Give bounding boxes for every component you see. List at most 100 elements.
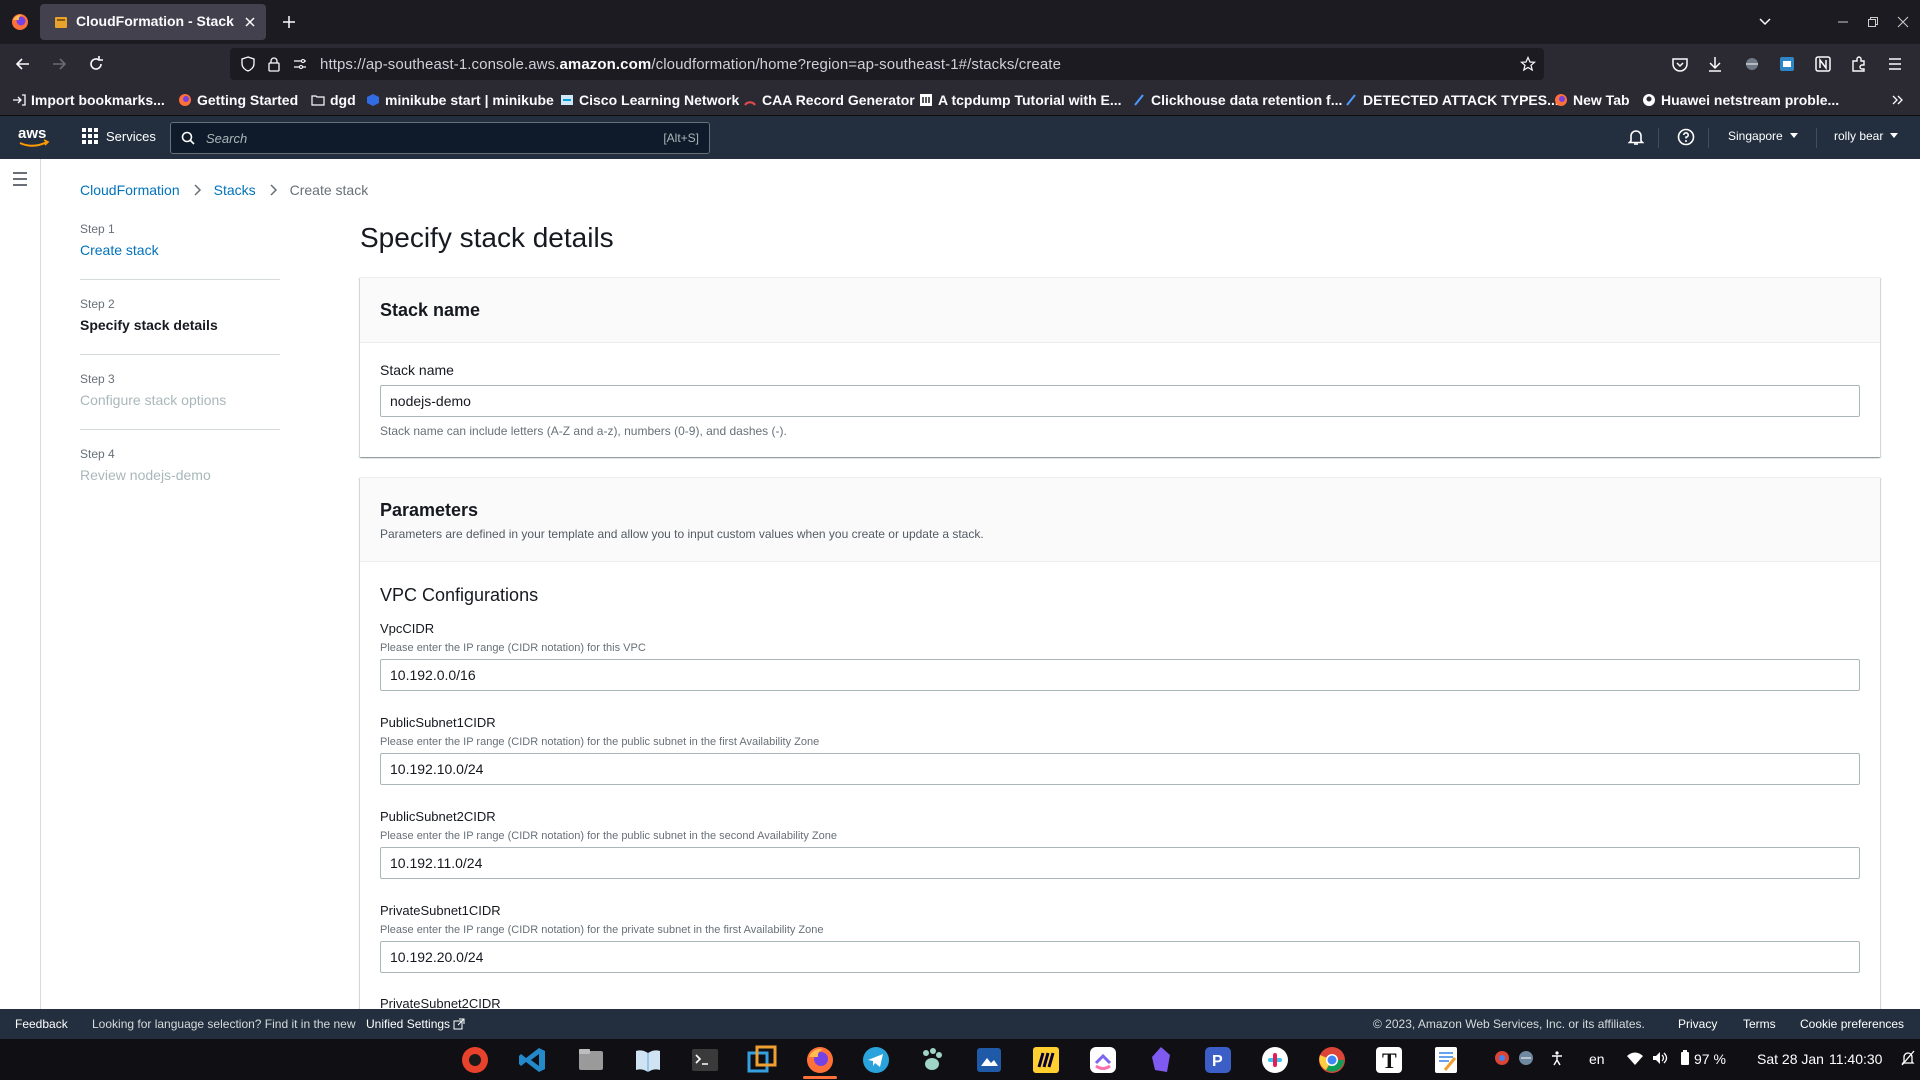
wizard-step-1[interactable]: Step 1 Create stack — [80, 222, 280, 258]
import-icon — [12, 93, 26, 107]
bookmark-star-icon[interactable] — [1520, 56, 1536, 72]
step-divider — [80, 354, 280, 355]
breadcrumb-cloudformation[interactable]: CloudFormation — [80, 182, 180, 198]
cookie-preferences-link[interactable]: Cookie preferences — [1800, 1017, 1904, 1031]
back-arrow-icon[interactable] — [13, 54, 33, 74]
pocket-icon[interactable] — [1670, 54, 1690, 74]
accessibility-icon[interactable] — [1549, 1050, 1565, 1066]
bookmark-clickhouse[interactable]: Clickhouse data retention f... — [1132, 91, 1342, 109]
chrome-app-icon[interactable] — [1315, 1043, 1349, 1077]
extension-globe-icon[interactable] — [1742, 54, 1762, 74]
slack-app-icon[interactable] — [1258, 1043, 1292, 1077]
time-display[interactable]: 11:40:30 — [1829, 1051, 1882, 1067]
unified-settings-link[interactable]: Unified Settings — [366, 1017, 465, 1031]
permissions-icon[interactable] — [292, 56, 308, 72]
aws-logo[interactable]: aws — [18, 124, 50, 150]
image-editor-app-icon[interactable] — [972, 1043, 1006, 1077]
help-icon[interactable] — [1677, 128, 1695, 146]
notifications-off-icon[interactable] — [1900, 1050, 1916, 1066]
publicsubnet1cidr-input[interactable] — [380, 753, 1860, 785]
account-label: rolly bear — [1834, 129, 1884, 143]
terms-link[interactable]: Terms — [1743, 1017, 1776, 1031]
grid-icon — [82, 128, 98, 144]
app-menu-icon[interactable] — [1885, 54, 1905, 74]
tracking-shield-icon[interactable] — [240, 56, 256, 72]
typora-app-icon[interactable]: T — [1372, 1043, 1406, 1077]
firefox-menu-icon[interactable] — [10, 12, 30, 32]
remote-desktop-app-icon[interactable] — [745, 1043, 779, 1077]
minimize-window-icon[interactable] — [1828, 0, 1858, 44]
restore-window-icon[interactable] — [1858, 0, 1888, 44]
extension-screenshot-icon[interactable] — [1777, 54, 1797, 74]
obsidian-app-icon[interactable] — [1144, 1043, 1178, 1077]
close-window-icon[interactable] — [1888, 0, 1918, 44]
list-all-tabs-icon[interactable] — [1756, 13, 1774, 31]
bookmark-caa[interactable]: CAA Record Generator — [743, 91, 915, 109]
region-selector[interactable]: Singapore — [1728, 129, 1799, 143]
more-bookmarks-chevron-icon[interactable] — [1890, 91, 1904, 109]
vscode-app-icon[interactable] — [516, 1043, 550, 1077]
clickup-app-icon[interactable] — [1086, 1043, 1120, 1077]
account-menu[interactable]: rolly bear — [1834, 129, 1899, 143]
publicsubnet2cidr-input[interactable] — [380, 847, 1860, 879]
lock-icon[interactable] — [266, 56, 282, 72]
bookmark-import[interactable]: Import bookmarks... — [12, 91, 165, 109]
stack-name-field[interactable] — [381, 386, 1859, 416]
bookmark-attack-types[interactable]: DETECTED ATTACK TYPES... — [1344, 91, 1559, 109]
close-tab-icon[interactable] — [242, 14, 258, 30]
wizard-step-4: Step 4 Review nodejs-demo — [80, 447, 280, 483]
telegram-app-icon[interactable] — [859, 1043, 893, 1077]
bookmark-getting-started[interactable]: Getting Started — [178, 91, 298, 109]
feedback-link[interactable]: Feedback — [15, 1017, 68, 1031]
publicsubnet1cidr-field[interactable] — [381, 754, 1859, 784]
vpccidr-field[interactable] — [381, 660, 1859, 690]
text-editor-app-icon[interactable] — [1429, 1043, 1463, 1077]
volume-icon[interactable] — [1651, 1050, 1669, 1066]
reader-app-icon[interactable] — [631, 1043, 665, 1077]
extension-notion-icon[interactable] — [1813, 54, 1833, 74]
battery-icon[interactable] — [1680, 1050, 1690, 1066]
files-app-icon[interactable] — [574, 1043, 608, 1077]
terminal-app-icon[interactable] — [688, 1043, 722, 1077]
bookmark-cisco[interactable]: Cisco Learning Network — [560, 91, 739, 109]
privatesubnet1cidr-hint: Please enter the IP range (CIDR notation… — [380, 924, 824, 936]
downloads-icon[interactable] — [1705, 54, 1725, 74]
pdf-app-icon[interactable]: P — [1201, 1043, 1235, 1077]
wifi-icon[interactable] — [1626, 1050, 1644, 1066]
url-bar[interactable]: https://ap-southeast-1.console.aws.amazo… — [230, 48, 1544, 80]
privatesubnet1cidr-label: PrivateSubnet1CIDR — [380, 903, 501, 918]
screen-recorder-app-icon[interactable] — [458, 1043, 492, 1077]
pawprint-app-icon[interactable] — [915, 1043, 949, 1077]
bookmark-huawei[interactable]: Huawei netstream proble... — [1642, 91, 1839, 109]
privacy-link[interactable]: Privacy — [1678, 1017, 1717, 1031]
miro-app-icon[interactable] — [1029, 1043, 1063, 1077]
stack-name-hint: Stack name can include letters (A-Z and … — [380, 424, 787, 438]
forward-arrow-icon[interactable] — [49, 54, 69, 74]
vpccidr-input[interactable] — [380, 659, 1860, 691]
bookmark-tcpdump[interactable]: A tcpdump Tutorial with E... — [919, 91, 1122, 109]
bookmark-minikube[interactable]: minikube start | minikube — [366, 91, 554, 109]
bookmark-new-tab[interactable]: New Tab — [1554, 91, 1630, 109]
stack-name-input[interactable] — [380, 385, 1860, 417]
date-display[interactable]: Sat 28 Jan — [1757, 1051, 1824, 1067]
new-tab-plus-icon[interactable] — [280, 13, 298, 31]
breadcrumb-stacks[interactable]: Stacks — [214, 182, 256, 198]
chrome-tray-icon[interactable] — [1494, 1050, 1510, 1066]
reload-icon[interactable] — [86, 54, 106, 74]
firefox-app-icon[interactable] — [803, 1043, 837, 1077]
privatesubnet1cidr-field[interactable] — [381, 942, 1859, 972]
step-name[interactable]: Create stack — [80, 242, 280, 258]
extensions-puzzle-icon[interactable] — [1849, 54, 1869, 74]
bookmark-folder-dgd[interactable]: dgd — [311, 91, 356, 109]
services-menu-button[interactable]: Services — [82, 128, 156, 144]
panel-title: Parameters — [380, 500, 479, 520]
keyboard-language[interactable]: en — [1589, 1051, 1605, 1067]
copyright-text: © 2023, Amazon Web Services, Inc. or its… — [1373, 1017, 1645, 1031]
notifications-bell-icon[interactable] — [1627, 128, 1645, 146]
hamburger-menu-icon[interactable] — [11, 171, 29, 187]
aws-search-input[interactable]: Search [Alt+S] — [170, 122, 710, 154]
active-tab[interactable]: CloudFormation - Stack — [40, 4, 266, 40]
publicsubnet2cidr-field[interactable] — [381, 848, 1859, 878]
network-tray-icon[interactable] — [1518, 1050, 1534, 1066]
privatesubnet1cidr-input[interactable] — [380, 941, 1860, 973]
